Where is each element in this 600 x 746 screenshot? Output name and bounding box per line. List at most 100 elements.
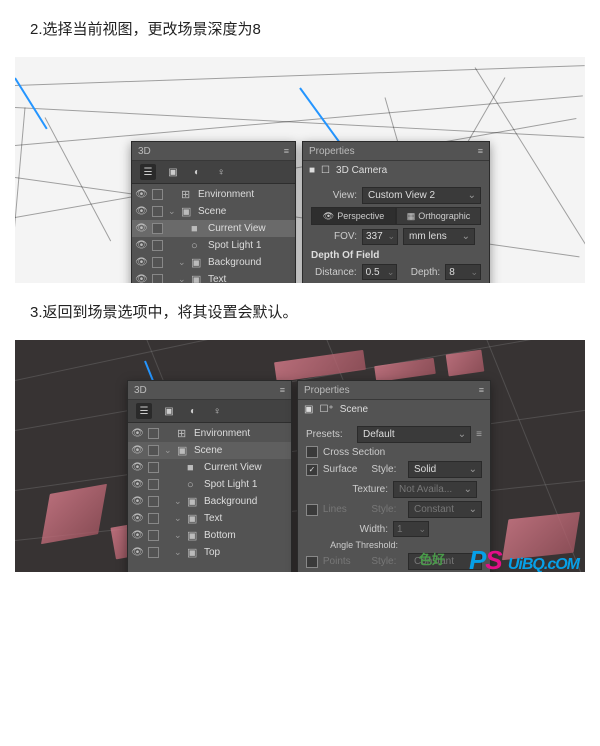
panel-3d-tabs: ☰ ▣ ◐ ♀ xyxy=(132,161,295,184)
surface-label: Surface xyxy=(323,464,366,475)
fov-label: FOV: xyxy=(311,231,357,242)
box-icon xyxy=(152,223,163,234)
eye-icon[interactable]: 👁 xyxy=(136,240,147,251)
view-label: View: xyxy=(311,190,357,201)
camera-icon: ■ xyxy=(309,165,315,176)
angle-label: Angle Threshold: xyxy=(306,540,398,550)
tree-row-scene[interactable]: 👁⌄▣Scene xyxy=(132,203,295,220)
eye-icon[interactable]: 👁 xyxy=(136,257,147,268)
panel-3d-header[interactable]: 3D ≡ xyxy=(132,142,295,161)
filter-material-icon[interactable]: ◐ xyxy=(190,165,204,179)
filter-mesh-icon[interactable]: ▣ xyxy=(162,404,176,418)
width-input: 1 xyxy=(393,521,429,537)
tree-row-text[interactable]: 👁⌄▣Text xyxy=(128,510,291,527)
texture-label: Texture: xyxy=(306,484,388,495)
points-checkbox[interactable] xyxy=(306,556,318,568)
depth-label: Depth: xyxy=(402,267,440,278)
tree-row-environment[interactable]: 👁⊞Environment xyxy=(132,186,295,203)
panel-menu-icon[interactable]: ≡ xyxy=(284,146,289,156)
tree-row-environment[interactable]: 👁⊞Environment xyxy=(128,425,291,442)
depth-of-field-section: Depth Of Field xyxy=(311,250,481,261)
tree-row-current-view[interactable]: 👁■Current View xyxy=(132,220,295,237)
filter-all-icon[interactable]: ☰ xyxy=(136,403,152,419)
eye-icon[interactable]: 👁 xyxy=(136,274,147,283)
eye-icon[interactable]: 👁 xyxy=(136,189,147,200)
filter-material-icon[interactable]: ◐ xyxy=(186,404,200,418)
style-label: Style: xyxy=(371,464,403,475)
points-label: Points xyxy=(323,556,366,567)
tree-label: Current View xyxy=(208,223,266,234)
tree-row-bottom[interactable]: 👁⌄▣Bottom xyxy=(128,527,291,544)
panel-3d-header[interactable]: 3D≡ xyxy=(128,381,291,400)
panel-properties-header[interactable]: Properties ≡ xyxy=(303,142,489,161)
panel-3d-title: 3D xyxy=(138,146,151,157)
box-icon xyxy=(152,189,163,200)
projection-toggle: 👁Perspective ▦Orthographic xyxy=(311,207,481,225)
box-icon xyxy=(152,274,163,283)
properties-type-label: Scene xyxy=(340,404,368,415)
cross-section-label: Cross Section xyxy=(323,447,385,458)
lines-checkbox[interactable] xyxy=(306,504,318,516)
tree-row-spotlight[interactable]: 👁○Spot Light 1 xyxy=(132,237,295,254)
box-icon xyxy=(152,257,163,268)
screenshot-2: 3D≡ ☰ ▣ ◐ ♀ 👁⊞Environment 👁⌄▣Scene 👁■Cur… xyxy=(15,340,585,572)
panel-properties-header[interactable]: Properties≡ xyxy=(298,381,490,400)
panel-3d-tabs: ☰ ▣ ◐ ♀ xyxy=(128,400,291,423)
surface-checkbox[interactable] xyxy=(306,464,318,476)
eye-icon[interactable]: 👁 xyxy=(136,223,147,234)
wireframe-background xyxy=(15,57,585,283)
filter-light-icon[interactable]: ♀ xyxy=(214,165,228,179)
tree-label: Scene xyxy=(198,206,226,217)
panel-3d: 3D≡ ☰ ▣ ◐ ♀ 👁⊞Environment 👁⌄▣Scene 👁■Cur… xyxy=(127,380,292,572)
depth-input[interactable]: 8 xyxy=(445,264,481,280)
tree-row-background[interactable]: 👁⌄▣Background xyxy=(132,254,295,271)
panel-properties-scene: Properties≡ ▣ ☐⁺ Scene Presets:Default≡ … xyxy=(297,380,491,572)
tree-row-scene[interactable]: 👁⌄▣Scene xyxy=(128,442,291,459)
tree-row-top[interactable]: 👁⌄▣Top xyxy=(128,544,291,561)
tree-label: Spot Light 1 xyxy=(208,240,261,251)
texture-dropdown[interactable]: Not Availa... xyxy=(393,481,477,498)
tree-label: Background xyxy=(208,257,261,268)
filter-mesh-icon[interactable]: ▣ xyxy=(166,165,180,179)
tree-row-current-view[interactable]: 👁■Current View xyxy=(128,459,291,476)
presets-label: Presets: xyxy=(306,429,352,440)
width-label: Width: xyxy=(306,524,388,535)
preset-menu-icon[interactable]: ≡ xyxy=(476,429,482,440)
tree-label: Environment xyxy=(198,189,254,200)
tree-row-spotlight[interactable]: 👁○Spot Light 1 xyxy=(128,476,291,493)
filter-all-icon[interactable]: ☰ xyxy=(140,164,156,180)
tree-label: Text xyxy=(208,274,226,283)
panel-menu-icon[interactable]: ≡ xyxy=(280,385,285,395)
step-2-text: 2.选择当前视图，更改场景深度为8 xyxy=(0,0,600,57)
panel-3d: 3D ≡ ☰ ▣ ◐ ♀ 👁⊞Environment 👁⌄▣Scene 👁■Cu… xyxy=(131,141,296,283)
fov-unit-dropdown[interactable]: mm lens xyxy=(403,228,475,245)
fov-input[interactable]: 337 xyxy=(362,229,398,245)
panel-menu-icon[interactable]: ≡ xyxy=(479,385,484,395)
orthographic-button[interactable]: ▦Orthographic xyxy=(396,207,481,225)
distance-label: Distance: xyxy=(311,267,357,278)
tree-row-text[interactable]: 👁⌄▣Text xyxy=(132,271,295,283)
distance-input[interactable]: 0.5 xyxy=(362,264,398,280)
surface-style-dropdown[interactable]: Solid xyxy=(408,461,482,478)
panel-menu-icon[interactable]: ≡ xyxy=(478,146,483,156)
scene-type-icon: ▣ xyxy=(304,404,313,415)
perspective-button[interactable]: 👁Perspective xyxy=(311,207,396,225)
lines-style-dropdown: Constant xyxy=(408,501,482,518)
watermark: PS UiBQ.cOM xyxy=(469,545,579,572)
properties-type-row: ■ ☐ 3D Camera xyxy=(303,161,489,180)
scene-tree: 👁⊞Environment 👁⌄▣Scene 👁■Current View 👁○… xyxy=(132,184,295,283)
panel-properties-camera: Properties ≡ ■ ☐ 3D Camera View: Custom V… xyxy=(302,141,490,283)
eye-icon[interactable]: 👁 xyxy=(136,206,147,217)
watermark-chinese: 色好 xyxy=(419,549,445,568)
cross-section-checkbox[interactable] xyxy=(306,446,318,458)
properties-type-label: 3D Camera xyxy=(336,165,387,176)
filter-light-icon[interactable]: ♀ xyxy=(210,404,224,418)
view-dropdown[interactable]: Custom View 2 xyxy=(362,187,481,204)
properties-type-row: ▣ ☐⁺ Scene xyxy=(298,400,490,419)
tree-row-background[interactable]: 👁⌄▣Background xyxy=(128,493,291,510)
mesh-type-icon: ☐ xyxy=(321,165,330,176)
box-icon xyxy=(152,240,163,251)
panel-properties-title: Properties xyxy=(309,146,355,157)
box-icon xyxy=(152,206,163,217)
presets-dropdown[interactable]: Default xyxy=(357,426,471,443)
